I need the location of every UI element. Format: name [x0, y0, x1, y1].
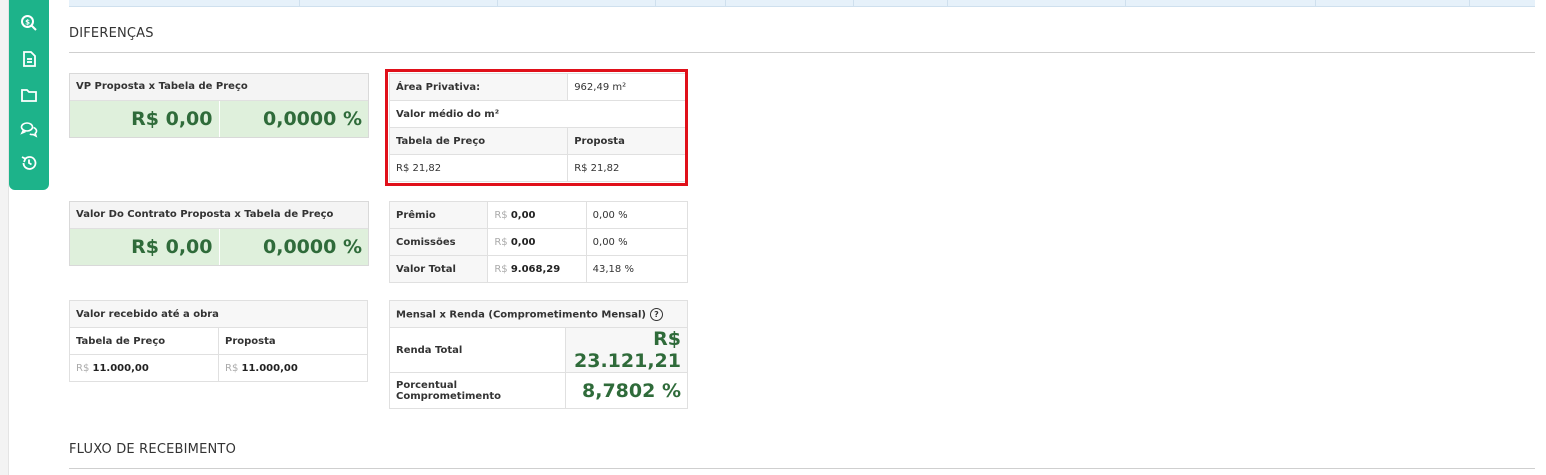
- contract-percent: 0,0000 %: [218, 229, 369, 265]
- side-toolbar: $: [9, 0, 49, 190]
- currency-symbol: R$: [494, 263, 508, 275]
- contract-comparison-card: Valor Do Contrato Proposta x Tabela de P…: [69, 201, 369, 266]
- monthly-income-card: Mensal x Renda (Comprometimento Mensal)?…: [389, 300, 689, 409]
- premium-percent: 0,00 %: [585, 201, 689, 229]
- chat-icon[interactable]: [18, 118, 40, 140]
- currency-symbol: R$: [494, 236, 508, 248]
- total-value: 9.068,29: [510, 263, 561, 275]
- left-rail: [0, 0, 9, 475]
- svg-text:$: $: [25, 19, 30, 27]
- currency-symbol: R$: [494, 209, 508, 221]
- section-title-cashflow: FLUXO DE RECEBIMENTO: [69, 442, 237, 457]
- section-divider: [69, 52, 1535, 53]
- commissions-value: 0,00: [510, 236, 536, 248]
- income-total-label: Renda Total: [389, 327, 566, 373]
- commissions-label: Comissões: [388, 228, 489, 256]
- premium-commission-card: Prêmio R$ 0,00 0,00 % Comissões R$ 0,00 …: [388, 201, 689, 283]
- highlight-box: [385, 69, 688, 186]
- section-divider: [69, 468, 1535, 469]
- received-table-value: 11.000,00: [92, 362, 149, 374]
- vp-comparison-card: VP Proposta x Tabela de Preço R$ 0,00 0,…: [69, 73, 369, 138]
- section-title-differences: DIFERENÇAS: [69, 26, 154, 41]
- received-col-proposal: Proposta: [218, 327, 368, 355]
- received-proposal-value: 11.000,00: [241, 362, 298, 374]
- commitment-label: Porcentual Comprometimento: [389, 372, 566, 409]
- document-icon[interactable]: [18, 48, 40, 70]
- contract-value: R$ 0,00: [131, 236, 213, 258]
- vp-card-title: VP Proposta x Tabela de Preço: [70, 74, 368, 101]
- contract-card-title: Valor Do Contrato Proposta x Tabela de P…: [70, 202, 368, 229]
- help-icon[interactable]: ?: [649, 307, 663, 321]
- income-total-value: R$ 23.121,21: [564, 327, 689, 373]
- search-dollar-icon[interactable]: $: [18, 12, 40, 34]
- received-col-table: Tabela de Preço: [69, 327, 219, 355]
- history-icon[interactable]: [18, 152, 40, 174]
- vp-percent: 0,0000 %: [218, 101, 369, 137]
- premium-value: 0,00: [510, 209, 536, 221]
- commitment-value: 8,7802 %: [564, 372, 689, 409]
- table-footer-strip: [69, 0, 1535, 7]
- total-value-label: Valor Total: [388, 255, 489, 283]
- currency-symbol: R$: [225, 362, 239, 374]
- premium-label: Prêmio: [388, 201, 489, 229]
- vp-value: R$ 0,00: [131, 108, 213, 130]
- income-card-title: Mensal x Renda (Comprometimento Mensal): [396, 309, 646, 320]
- received-until-construction-card: Valor recebido até a obra Tabela de Preç…: [69, 300, 368, 382]
- received-card-title: Valor recebido até a obra: [69, 300, 368, 328]
- total-percent: 43,18 %: [585, 255, 689, 283]
- currency-symbol: R$: [76, 362, 90, 374]
- commissions-percent: 0,00 %: [585, 228, 689, 256]
- folder-icon[interactable]: [18, 84, 40, 106]
